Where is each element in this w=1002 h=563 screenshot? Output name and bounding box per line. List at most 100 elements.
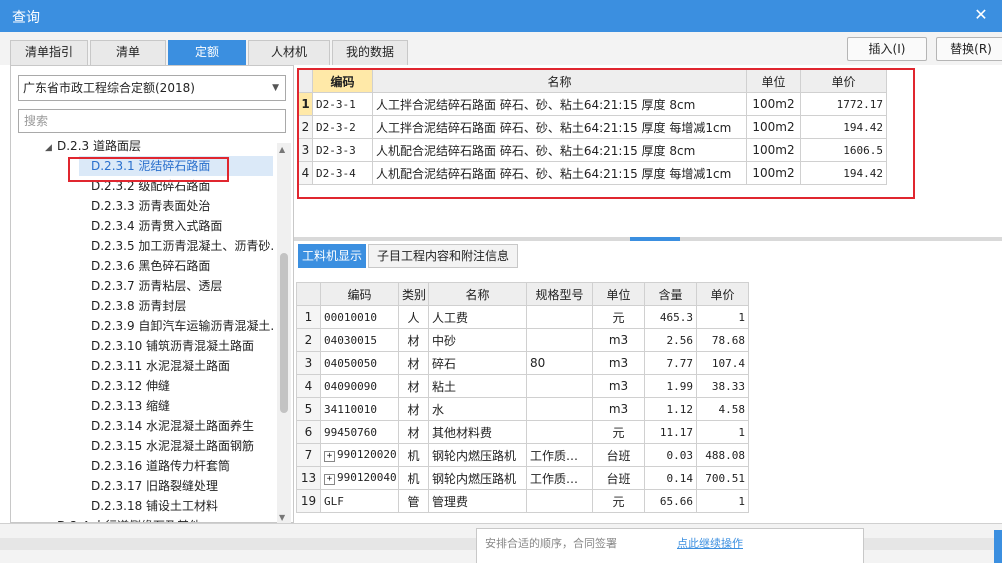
tree-node[interactable]: D.2.3.4 沥青贯入式路面 — [79, 216, 273, 236]
cell-code-text: 990120020 — [337, 448, 397, 461]
tree-node[interactable]: D.2.3.13 缩缝 — [79, 396, 273, 416]
cell-type: 人 — [398, 305, 429, 329]
tree-node[interactable]: D.2.3.15 水泥混凝土路面钢筋 — [79, 436, 273, 456]
cell-code: +990120020 — [320, 443, 399, 467]
cell-quantity: 11.17 — [644, 420, 697, 444]
cell-quantity: 0.14 — [644, 466, 697, 490]
tree-scrollbar[interactable]: ▲ ▼ — [277, 143, 291, 524]
column-header-code[interactable]: 编码 — [320, 282, 399, 306]
tree-node[interactable]: D.2.3.9 自卸汽车运输沥青混凝土... — [79, 316, 273, 336]
row-number: 6 — [296, 420, 321, 444]
cell-price: 700.51 — [696, 466, 749, 490]
tree-node-label: D.2.3.10 铺筑沥青混凝土路面 — [91, 339, 255, 353]
background-text: 安排合适的顺序，合同签署 — [485, 537, 617, 550]
tab-resource-display[interactable]: 工料机显示 — [298, 244, 366, 268]
background-link[interactable]: 点此继续操作 — [677, 535, 743, 551]
table-row[interactable]: 13 +990120040 机钢轮内燃压路机 工作质… 台班 0.14 700.51 — [296, 466, 749, 490]
tree-node[interactable]: D.2.3.8 沥青封层 — [79, 296, 273, 316]
column-header-quantity[interactable]: 含量 — [644, 282, 697, 306]
search-input[interactable]: 搜索 — [18, 109, 286, 133]
table-row[interactable]: 6 99450760 材其他材料费 元 11.17 1 — [296, 420, 749, 444]
tree-node[interactable]: D.2.3.16 道路传力杆套筒 — [79, 456, 273, 476]
splitter-grip[interactable] — [630, 237, 680, 241]
bottom-tabs: 工料机显示 子目工程内容和附注信息 — [294, 244, 1002, 268]
cell-price: 4.58 — [696, 397, 749, 421]
cell-type: 材 — [398, 351, 429, 375]
tree-node-label: D.2.3.16 道路传力杆套筒 — [91, 459, 231, 473]
quota-tree-panel: 广东省市政工程综合定额(2018) ▼ 搜索 ◢ D.2.3 道路面层 D.2.3.… — [10, 65, 294, 524]
tree-node[interactable]: D.2.3.5 加工沥青混凝土、沥青砂... — [79, 236, 273, 256]
tab-work-content-notes[interactable]: 子目工程内容和附注信息 — [368, 244, 518, 268]
cell-unit: 元 — [592, 489, 645, 513]
background-window-fragment: 安排合适的顺序，合同签署 点此继续操作 — [476, 528, 864, 563]
cell-type: 材 — [398, 397, 429, 421]
cell-quantity: 2.56 — [644, 328, 697, 352]
scrollbar-thumb[interactable] — [280, 253, 288, 413]
tree-node[interactable]: ◢ D.2.3 道路面层 — [45, 136, 273, 156]
cell-code-text: 990120040 — [337, 471, 397, 484]
cell-quantity: 7.77 — [644, 351, 697, 375]
quota-library-select[interactable]: 广东省市政工程综合定额(2018) ▼ — [18, 75, 286, 101]
tree-node-label: D.2.3.12 伸缝 — [91, 379, 171, 393]
tree-node-label: D.2.4 人行道侧缘石及其他 — [57, 519, 201, 522]
scroll-down-icon[interactable]: ▼ — [279, 513, 285, 522]
replace-button[interactable]: 替换(R) — [936, 37, 1002, 61]
cell-unit: 台班 — [592, 443, 645, 467]
tree-node[interactable]: D.2.3.11 水泥混凝土路面 — [79, 356, 273, 376]
panel-splitter[interactable] — [294, 237, 1002, 241]
row-number: 5 — [296, 397, 321, 421]
cell-quantity: 0.03 — [644, 443, 697, 467]
tab-resources[interactable]: 人材机 — [248, 40, 330, 65]
table-row[interactable]: 1 00010010 人人工费元 465.3 1 — [296, 305, 749, 329]
highlight-frame-tree — [68, 157, 229, 182]
tree-node[interactable]: D.2.3.18 铺设土工材料 — [79, 496, 273, 516]
tree-node[interactable]: D.2.3.7 沥青粘层、透层 — [79, 276, 273, 296]
expand-caret-icon[interactable]: ◢ — [45, 138, 57, 158]
insert-button[interactable]: 插入(I) — [847, 37, 927, 61]
column-header-type[interactable]: 类别 — [398, 282, 429, 306]
tree-node[interactable]: D.2.3.14 水泥混凝土路面养生 — [79, 416, 273, 436]
cell-name: 钢轮内燃压路机 — [428, 466, 527, 490]
close-icon[interactable]: ✕ — [970, 4, 992, 26]
cell-quantity: 1.12 — [644, 397, 697, 421]
expand-caret-icon[interactable]: ◢ — [45, 518, 57, 522]
table-row[interactable]: 19 GLF 管管理费 元 65.66 1 — [296, 489, 749, 513]
tree-node[interactable]: D.2.3.17 旧路裂缝处理 — [79, 476, 273, 496]
column-header-unit[interactable]: 单位 — [592, 282, 645, 306]
table-row[interactable]: 4 04090090 材粘土 m3 1.99 38.33 — [296, 374, 749, 398]
cell-code: 04030015 — [320, 328, 399, 352]
tree-node[interactable]: ◢D.2.4 人行道侧缘石及其他 — [45, 516, 273, 522]
tree-node-label: D.2.3.14 水泥混凝土路面养生 — [91, 419, 255, 433]
tab-bill-guide[interactable]: 清单指引 — [10, 40, 88, 65]
cell-type: 机 — [398, 443, 429, 467]
expand-plus-icon[interactable]: + — [324, 474, 335, 485]
tree-node-label: D.2.3.3 沥青表面处治 — [91, 199, 211, 213]
tree-node[interactable]: D.2.3.3 沥青表面处治 — [79, 196, 273, 216]
cell-unit: 台班 — [592, 466, 645, 490]
scroll-up-icon[interactable]: ▲ — [279, 145, 285, 154]
column-header-name[interactable]: 名称 — [428, 282, 527, 306]
table-row[interactable]: 3 04050050 材碎石 80 m3 7.77 107.4 — [296, 351, 749, 375]
row-number: 7 — [296, 443, 321, 467]
cell-price: 1 — [696, 305, 749, 329]
cell-code: 00010010 — [320, 305, 399, 329]
tab-my-data[interactable]: 我的数据 — [332, 40, 408, 65]
cell-price: 38.33 — [696, 374, 749, 398]
expand-plus-icon[interactable]: + — [324, 451, 335, 462]
tree-node[interactable]: D.2.3.12 伸缝 — [79, 376, 273, 396]
table-row[interactable]: 2 04030015 材中砂 m3 2.56 78.68 — [296, 328, 749, 352]
column-header-price[interactable]: 单价 — [696, 282, 749, 306]
column-header-spec[interactable]: 规格型号 — [526, 282, 593, 306]
tree-node[interactable]: D.2.3.10 铺筑沥青混凝土路面 — [79, 336, 273, 356]
cell-type: 管 — [398, 489, 429, 513]
tree-node[interactable]: D.2.3.6 黑色碎石路面 — [79, 256, 273, 276]
cell-type: 材 — [398, 374, 429, 398]
background-window-edge — [994, 530, 1002, 563]
table-row[interactable]: 7 +990120020 机钢轮内燃压路机 工作质… 台班 0.03 488.08 — [296, 443, 749, 467]
tab-bill[interactable]: 清单 — [90, 40, 166, 65]
cell-name: 钢轮内燃压路机 — [428, 443, 527, 467]
tab-quota[interactable]: 定额 — [168, 40, 246, 65]
cell-spec — [526, 305, 593, 329]
cell-name: 碎石 — [428, 351, 527, 375]
table-row[interactable]: 5 34110010 材水 m3 1.12 4.58 — [296, 397, 749, 421]
